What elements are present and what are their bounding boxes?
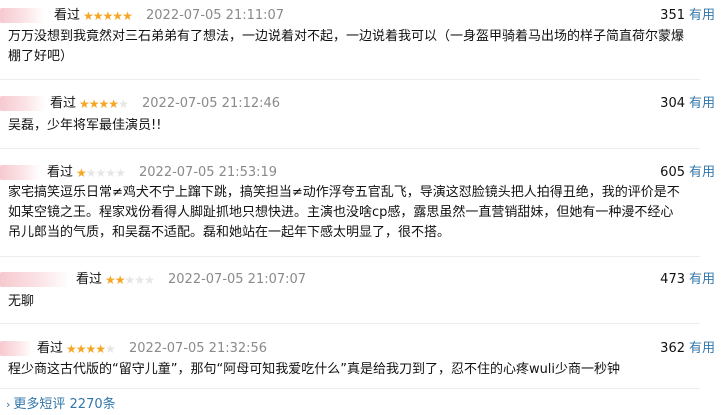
useful-button[interactable]: 有用 [689, 340, 715, 358]
review-content: 程少商这古代版的“留守儿童”，那句“阿母可知我爱吃什么”真是给我刀到了，忍不住的… [8, 362, 621, 377]
star-filled-icon: ★ [76, 166, 87, 180]
star-empty-icon: ★ [134, 273, 145, 287]
star-empty-icon: ★ [118, 97, 129, 111]
review-time: 2022-07-05 21:07:07 [168, 272, 307, 287]
star-filled-icon: ★ [98, 97, 110, 111]
divider [0, 323, 700, 324]
watched-status: 看过 [37, 341, 64, 356]
rating-stars: ★★★★★ [83, 7, 133, 25]
vote-count: 304 [660, 96, 685, 111]
divider [0, 256, 700, 257]
star-filled-icon: ★ [114, 273, 126, 287]
review-meta: 看过 ★★★★★ 2022-07-05 21:32:56 362 有用 [0, 340, 724, 358]
useful-button[interactable]: 有用 [689, 95, 715, 113]
star-filled-icon: ★ [66, 342, 77, 356]
vote-count: 473 [660, 272, 685, 287]
avatar[interactable] [0, 8, 44, 23]
star-filled-icon: ★ [83, 9, 94, 23]
more-reviews-label: 更多短评 2270条 [13, 397, 116, 412]
star-empty-icon: ★ [144, 273, 155, 287]
star-filled-icon: ★ [79, 97, 90, 111]
star-filled-icon: ★ [75, 342, 87, 356]
star-filled-icon: ★ [88, 97, 100, 111]
review-meta: 看过 ★★★★★ 2022-07-05 21:53:19 605 有用 [0, 164, 724, 182]
star-filled-icon: ★ [92, 9, 104, 23]
rating-stars: ★★★★★ [76, 164, 126, 182]
star-filled-icon: ★ [122, 9, 133, 23]
star-filled-icon: ★ [108, 97, 119, 111]
review-content: 家宅搞笑逗乐日常≠鸡犬不宁上蹿下跳，搞笑担当≠动作浮夸五官乱飞，导演这怼脸镜头把… [8, 185, 680, 240]
star-filled-icon: ★ [102, 9, 114, 23]
vote-count: 351 [660, 8, 685, 23]
star-filled-icon: ★ [105, 273, 116, 287]
rating-stars: ★★★★★ [79, 95, 129, 113]
avatar[interactable] [0, 96, 46, 111]
star-filled-icon: ★ [95, 342, 106, 356]
watched-status: 看过 [54, 8, 81, 23]
review-item: 看过 ★★★★★ 2022-07-05 21:11:07 351 有用 万万没想… [0, 7, 724, 64]
divider [0, 388, 700, 389]
review-meta: 看过 ★★★★★ 2022-07-05 21:11:07 351 有用 [0, 7, 724, 25]
review-content: 无聊 [8, 294, 35, 309]
star-empty-icon: ★ [85, 166, 97, 180]
review-meta: 看过 ★★★★★ 2022-07-05 21:07:07 473 有用 [0, 271, 724, 289]
star-empty-icon: ★ [105, 342, 116, 356]
star-empty-icon: ★ [105, 166, 116, 180]
star-empty-icon: ★ [124, 273, 136, 287]
review-time: 2022-07-05 21:11:07 [146, 8, 285, 23]
avatar[interactable] [0, 341, 32, 356]
star-empty-icon: ★ [95, 166, 107, 180]
chevron-right-icon: › [6, 398, 11, 411]
useful-button[interactable]: 有用 [689, 164, 715, 182]
more-reviews-link[interactable]: › 更多短评 2270条 [6, 396, 116, 414]
useful-button[interactable]: 有用 [689, 7, 715, 25]
review-item: 看过 ★★★★★ 2022-07-05 21:32:56 362 有用 程少商这… [0, 340, 724, 377]
rating-stars: ★★★★★ [105, 271, 155, 289]
review-meta: 看过 ★★★★★ 2022-07-05 21:12:46 304 有用 [0, 95, 724, 113]
useful-button[interactable]: 有用 [689, 271, 715, 289]
star-empty-icon: ★ [115, 166, 126, 180]
vote-count: 362 [660, 341, 685, 356]
review-content: 吴磊，少年将军最佳演员!! [8, 118, 162, 133]
avatar[interactable] [0, 272, 70, 287]
review-item: 看过 ★★★★★ 2022-07-05 21:12:46 304 有用 吴磊，少… [0, 95, 724, 133]
vote-count: 605 [660, 165, 685, 180]
review-item: 看过 ★★★★★ 2022-07-05 21:07:07 473 有用 无聊 [0, 271, 724, 309]
avatar[interactable] [0, 165, 40, 180]
review-time: 2022-07-05 21:53:19 [139, 165, 278, 180]
review-content: 万万没想到我竟然对三石弟弟有了想法，一边说着对不起，一边说着我可以（一身盔甲骑着… [8, 29, 685, 64]
watched-status: 看过 [76, 272, 103, 287]
star-filled-icon: ★ [112, 9, 123, 23]
watched-status: 看过 [47, 165, 74, 180]
rating-stars: ★★★★★ [66, 340, 116, 358]
star-filled-icon: ★ [85, 342, 97, 356]
divider [0, 148, 700, 149]
review-item: 看过 ★★★★★ 2022-07-05 21:53:19 605 有用 家宅搞笑… [0, 164, 724, 240]
review-time: 2022-07-05 21:32:56 [129, 341, 268, 356]
divider [0, 79, 700, 80]
watched-status: 看过 [50, 96, 77, 111]
review-time: 2022-07-05 21:12:46 [142, 96, 281, 111]
